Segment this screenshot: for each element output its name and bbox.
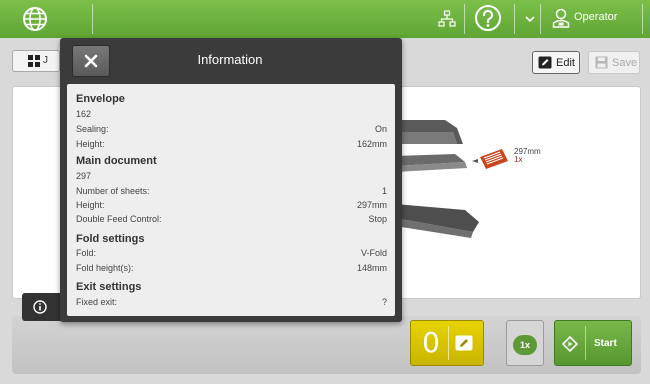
close-icon <box>84 54 98 68</box>
multiplier-badge: 1x <box>513 335 537 355</box>
fold-value: V-Fold <box>360 248 387 258</box>
fold-height-label: Fold height(s): <box>76 263 134 273</box>
envelope-section-title: Envelope <box>76 93 125 105</box>
envelope-code: 162 <box>76 109 92 119</box>
sheets-value: 1 <box>381 186 387 196</box>
bottom-bar <box>12 316 641 374</box>
network-icon[interactable] <box>438 10 456 28</box>
edit-icon <box>538 56 552 69</box>
pencil-icon[interactable] <box>455 335 473 351</box>
user-icon[interactable] <box>552 8 570 28</box>
fold-settings-section-title: Fold settings <box>76 233 145 245</box>
counter-divider <box>448 326 449 360</box>
document-icon <box>472 149 508 169</box>
edit-label: Edit <box>556 57 575 69</box>
double-feed-control-value: Stop <box>368 214 387 224</box>
main-document-code: 297 <box>76 171 92 181</box>
help-icon[interactable] <box>474 4 502 32</box>
dialog-title: Information <box>197 52 263 67</box>
chevron-down-icon[interactable] <box>524 8 536 30</box>
start-label: Start <box>594 338 617 349</box>
inserter-machine-diagram <box>395 120 479 238</box>
topbar-divider <box>642 4 643 34</box>
start-diamond-icon <box>562 336 578 352</box>
info-icon[interactable] <box>33 300 47 314</box>
topbar-divider <box>514 4 515 34</box>
main-document-section-title: Main document <box>76 155 157 167</box>
main-document-height-value: 297mm <box>356 200 387 210</box>
topbar-divider <box>540 4 541 34</box>
envelope-height-label: Height: <box>76 139 105 149</box>
user-name[interactable]: Operator <box>574 11 617 23</box>
double-feed-control-label: Double Feed Control: <box>76 214 162 224</box>
fixed-exit-label: Fixed exit: <box>76 297 118 307</box>
document-quantity: 1x <box>514 155 523 164</box>
envelope-sealing-label: Sealing: <box>76 124 109 134</box>
envelope-sealing-value: On <box>374 124 387 134</box>
job-back-label: J <box>43 55 48 66</box>
grid-icon <box>28 55 40 67</box>
fold-label: Fold: <box>76 248 97 258</box>
fixed-exit-value: ? <box>381 297 387 307</box>
counter-value: 0 <box>422 326 440 359</box>
topbar-divider <box>92 4 93 34</box>
start-divider <box>585 326 586 360</box>
topbar-divider <box>464 4 465 34</box>
fold-height-value: 148mm <box>356 263 387 273</box>
exit-settings-section-title: Exit settings <box>76 281 142 293</box>
globe-icon[interactable] <box>22 6 48 32</box>
sheets-label: Number of sheets: <box>76 186 150 196</box>
main-document-height-label: Height: <box>76 200 105 210</box>
envelope-height-value: 162mm <box>356 139 387 149</box>
save-icon <box>595 56 608 69</box>
save-label: Save <box>612 57 638 69</box>
